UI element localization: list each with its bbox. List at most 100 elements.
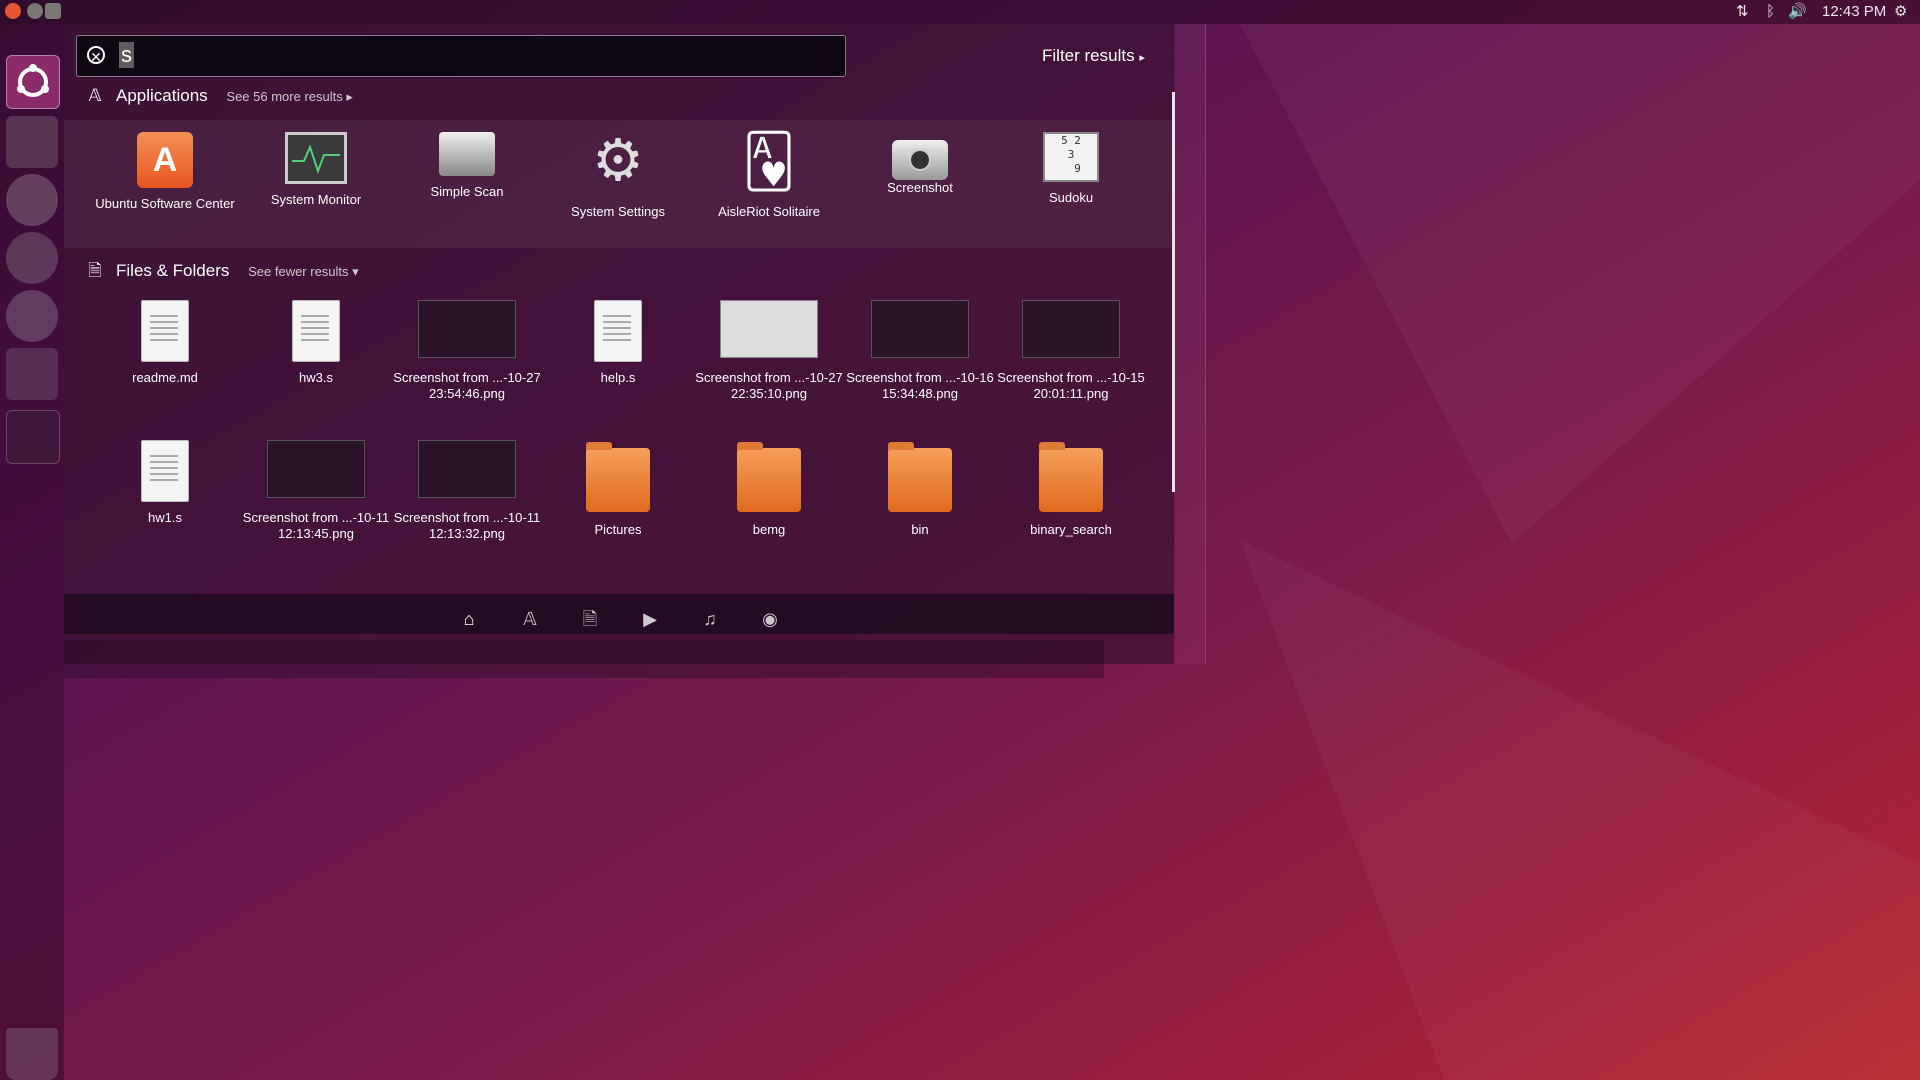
files-header: 🗎 Files & Folders See fewer results ▾ (86, 258, 359, 287)
trash-launcher-icon[interactable] (6, 1028, 58, 1080)
app-system-settings[interactable]: ⚙ System Settings (543, 132, 693, 220)
text-document-icon (292, 300, 340, 362)
input-method-launcher-icon[interactable] (6, 348, 58, 400)
video-icon[interactable]: ▶ (638, 607, 662, 631)
image-thumbnail (871, 300, 969, 358)
app-label: Ubuntu Software Center (95, 196, 235, 211)
file-label: bemg (752, 522, 786, 537)
close-window-button[interactable] (5, 3, 21, 19)
app-sudoku[interactable]: 5 23 9 Sudoku (996, 132, 1146, 206)
filter-results-label: Filter results (1042, 46, 1135, 65)
file-item[interactable]: help.s (543, 300, 693, 386)
clock[interactable]: 12:43 PM (1822, 3, 1886, 21)
see-fewer-results-link[interactable]: See fewer results ▾ (248, 264, 359, 279)
chevron-right-icon: ▸ (1139, 52, 1145, 64)
image-thumbnail (418, 440, 516, 498)
ubuntu-logo-icon (17, 64, 49, 97)
bluetooth-icon[interactable]: ᛒ (1766, 3, 1775, 21)
file-label: bin (911, 522, 929, 537)
file-label: hw1.s (148, 510, 182, 525)
text-document-icon (141, 440, 189, 502)
see-more-results-link[interactable]: See 56 more results ▸ (226, 89, 352, 104)
text-document-icon (141, 300, 189, 362)
app-label: AisleRiot Solitaire (718, 204, 820, 219)
app-simple-scan[interactable]: Simple Scan (392, 132, 542, 200)
top-panel: ⇅ ᛒ 🔊 12:43 PM ⚙ (0, 0, 1920, 24)
image-thumbnail (720, 300, 818, 358)
network-icon[interactable]: ⇅ (1736, 3, 1749, 21)
search-input[interactable]: ✕ s (76, 35, 846, 77)
applications-icon: 𝔸 (88, 86, 102, 105)
wallpaper-ray (1240, 24, 1920, 544)
file-label: Screenshot from ...-10-15 20:01:11.png (997, 370, 1145, 401)
applications-header: 𝔸 Applications See 56 more results ▸ (86, 86, 353, 106)
file-label: readme.md (132, 370, 198, 385)
gear-icon[interactable]: ⚙ (1894, 3, 1907, 21)
app-label: Screenshot (887, 180, 953, 195)
dash-edge (1175, 24, 1206, 664)
image-thumbnail (418, 300, 516, 358)
file-item[interactable]: Screenshot from ...-10-27 23:54:46.png (392, 300, 542, 402)
sudoku-icon: 5 23 9 (1043, 132, 1099, 182)
file-item[interactable]: Screenshot from ...-10-27 22:35:10.png (694, 300, 844, 402)
pictures-folder-icon (586, 442, 650, 512)
browser-launcher-icon[interactable] (6, 174, 58, 226)
terminal-launcher-icon[interactable] (6, 410, 60, 464)
music-icon[interactable]: ♫ (698, 607, 722, 631)
launcher (0, 24, 64, 1080)
app-label: Simple Scan (430, 184, 504, 199)
file-item[interactable]: bemg (694, 440, 844, 538)
minimize-window-button[interactable] (27, 3, 43, 19)
app-aisleriot-solitaire[interactable]: 🂱 AisleRiot Solitaire (694, 132, 844, 220)
app-label: System Monitor (270, 192, 362, 207)
files-icon[interactable]: 🗎 (578, 607, 602, 631)
applications-icon[interactable]: 𝔸 (518, 607, 542, 631)
cards-icon: 🂱 (742, 133, 796, 191)
file-item[interactable]: hw1.s (90, 440, 240, 526)
file-item[interactable]: Pictures (543, 440, 693, 538)
file-item[interactable]: hw3.s (241, 300, 391, 386)
file-item[interactable]: Screenshot from ...-10-16 15:34:48.png (845, 300, 995, 402)
text-document-icon (594, 300, 642, 362)
filter-results-button[interactable]: Filter results ▸ (1042, 46, 1145, 66)
app-ubuntu-software-center[interactable]: A Ubuntu Software Center (90, 132, 240, 212)
file-label: Pictures (594, 522, 642, 537)
wallpaper-ray (1240, 540, 1920, 1080)
volume-icon[interactable]: 🔊 (1788, 3, 1807, 21)
file-label: help.s (600, 370, 636, 385)
folder-icon (1039, 442, 1103, 512)
file-item[interactable]: readme.md (90, 300, 240, 386)
system-monitor-icon (285, 132, 347, 184)
photo-icon[interactable]: ◉ (758, 607, 782, 631)
file-icon: 🗎 (88, 261, 102, 280)
clear-search-icon[interactable]: ✕ (87, 46, 105, 65)
file-label: binary_search (1030, 522, 1112, 537)
file-label: Screenshot from ...-10-27 22:35:10.png (695, 370, 843, 401)
see-fewer-label: See fewer results (248, 264, 349, 279)
applications-title: Applications (116, 86, 208, 105)
file-item[interactable]: bin (845, 440, 995, 538)
app-screenshot[interactable]: Screenshot (845, 132, 995, 196)
see-more-label: See 56 more results (226, 89, 343, 104)
software-center-icon: A (137, 132, 193, 188)
file-item[interactable]: Screenshot from ...-10-11 12:13:32.png (392, 440, 542, 542)
disk-launcher-icon[interactable] (6, 290, 58, 342)
scrollbar[interactable] (1172, 92, 1175, 492)
file-item[interactable]: Screenshot from ...-10-11 12:13:45.png (241, 440, 391, 542)
files-title: Files & Folders (116, 261, 230, 280)
settings-launcher-icon[interactable] (6, 232, 58, 284)
settings-icon: ⚙ (592, 128, 644, 193)
image-thumbnail (1022, 300, 1120, 358)
file-item[interactable]: Screenshot from ...-10-15 20:01:11.png (996, 300, 1146, 402)
lens-bar (64, 594, 1174, 634)
ubuntu-dash-button[interactable] (6, 55, 60, 109)
camera-icon (892, 140, 948, 180)
maximize-window-button[interactable] (45, 3, 61, 19)
app-system-monitor[interactable]: System Monitor (241, 132, 391, 208)
file-item[interactable]: binary_search (996, 440, 1146, 538)
home-icon[interactable]: ⌂ (457, 607, 481, 631)
dash-shadow (64, 640, 1104, 678)
files-launcher-icon[interactable] (6, 116, 58, 168)
search-value: s (119, 42, 134, 68)
app-label: Sudoku (1048, 190, 1094, 205)
